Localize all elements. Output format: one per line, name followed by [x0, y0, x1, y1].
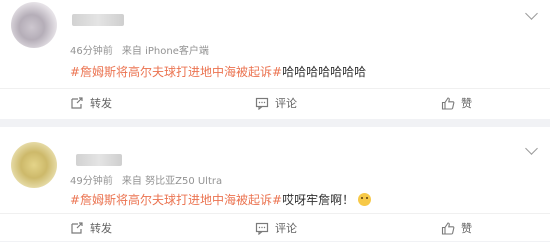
- repost-label: 转发: [90, 222, 112, 235]
- post-meta: 46分钟前 来自 iPhone客户端: [70, 42, 215, 57]
- emoji-icon: [358, 193, 372, 206]
- repost-icon: [71, 96, 83, 109]
- chevron-down-icon[interactable]: [525, 142, 538, 155]
- post-meta: 49分钟前 来自 努比亚Z50 Ultra: [70, 172, 228, 187]
- comment-icon: [255, 222, 269, 235]
- avatar[interactable]: [11, 142, 57, 188]
- comment-label: 评论: [275, 222, 297, 235]
- repost-label: 转发: [90, 97, 112, 110]
- post-time: 46分钟前: [70, 46, 113, 57]
- action-bar: 转发 评论 赞: [0, 88, 550, 117]
- comment-feed: 46分钟前 来自 iPhone客户端 #詹姆斯将高尔夫球打进地中海被起诉#哈哈哈…: [0, 0, 550, 241]
- post-time: 49分钟前: [70, 176, 113, 187]
- post-text: 哈哈哈哈哈哈哈: [282, 65, 367, 79]
- post-content: #詹姆斯将高尔夫球打进地中海被起诉#哈哈哈哈哈哈哈: [70, 63, 366, 80]
- comment-label: 评论: [275, 97, 297, 110]
- comment-button[interactable]: 评论: [255, 89, 297, 117]
- repost-button[interactable]: 转发: [70, 89, 112, 117]
- like-button[interactable]: 赞: [441, 214, 472, 242]
- avatar[interactable]: [11, 2, 57, 48]
- post-source: 来自 努比亚Z50 Ultra: [121, 176, 223, 187]
- repost-icon: [71, 221, 83, 234]
- like-icon: [441, 96, 455, 110]
- post-text: 哎呀牢詹啊！: [282, 193, 355, 207]
- chevron-down-icon[interactable]: [525, 7, 538, 20]
- action-bar: 转发 评论 赞: [0, 213, 550, 242]
- comment-card: 49分钟前 来自 努比亚Z50 Ultra #詹姆斯将高尔夫球打进地中海被起诉#…: [0, 127, 550, 241]
- comment-button[interactable]: 评论: [255, 214, 297, 242]
- username-redacted[interactable]: [76, 154, 122, 166]
- hashtag-link[interactable]: #詹姆斯将高尔夫球打进地中海被起诉#: [70, 65, 282, 79]
- like-icon: [441, 221, 455, 235]
- repost-button[interactable]: 转发: [70, 214, 112, 242]
- comment-card: 46分钟前 来自 iPhone客户端 #詹姆斯将高尔夫球打进地中海被起诉#哈哈哈…: [0, 0, 550, 119]
- post-source: 来自 iPhone客户端: [121, 46, 209, 57]
- like-label: 赞: [461, 97, 472, 110]
- comment-icon: [255, 97, 269, 110]
- hashtag-link[interactable]: #詹姆斯将高尔夫球打进地中海被起诉#: [70, 193, 282, 207]
- like-button[interactable]: 赞: [441, 89, 472, 117]
- post-content: #詹姆斯将高尔夫球打进地中海被起诉#哎呀牢詹啊！: [70, 191, 372, 208]
- username-redacted[interactable]: [72, 14, 124, 26]
- like-label: 赞: [461, 222, 472, 235]
